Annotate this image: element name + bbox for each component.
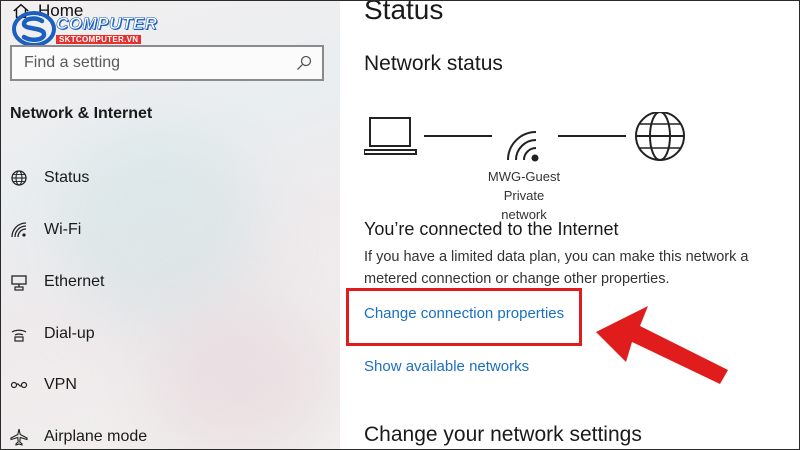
image-border xyxy=(0,0,800,450)
